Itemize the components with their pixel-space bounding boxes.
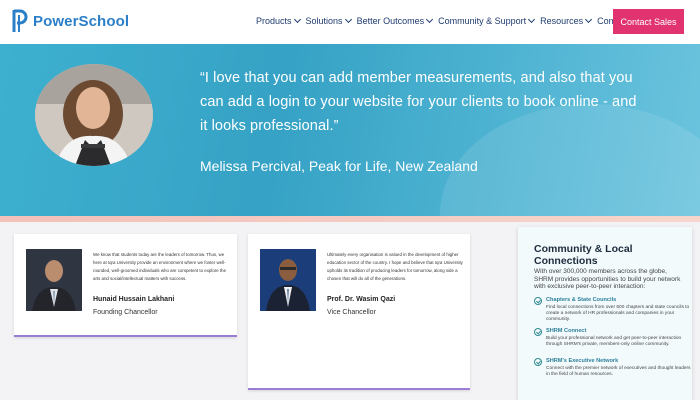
menu-label: Solutions (305, 16, 343, 26)
chevron-down-icon (426, 15, 434, 24)
powerschool-logo-icon (12, 9, 28, 32)
community-item-heading: Chapters & State Councils (546, 297, 617, 303)
person-name: Prof. Dr. Wasim Qazi (327, 296, 396, 303)
menu-community-support[interactable]: Community & Support (438, 15, 536, 26)
person-card: We know that students today are the lead… (14, 234, 237, 337)
main-menu: Products Solutions Better Outcomes Commu… (256, 15, 645, 26)
testimonial-quote: “I love that you can add member measurem… (200, 70, 637, 134)
menu-resources[interactable]: Resources (540, 15, 593, 26)
man-portrait-image (26, 249, 82, 311)
powerschool-logo[interactable]: PowerSchool (11, 8, 129, 34)
menu-products[interactable]: Products (256, 15, 301, 26)
chevron-down-icon (528, 15, 536, 24)
man-portrait-image (260, 249, 316, 311)
community-item-desc: Connect with the premier network of exec… (546, 366, 691, 378)
person-blurb: We know that students today are the lead… (93, 252, 227, 281)
testimonial-hero: “I love that you can add member measurem… (0, 44, 700, 220)
testimonial-attribution: Melissa Percival, Peak for Life, New Zea… (200, 158, 478, 174)
community-item-heading: SHRM's Executive Network (546, 358, 619, 364)
chevron-down-icon (344, 15, 352, 24)
hero-divider (0, 216, 700, 222)
person-card: Ultimately every organisation is valued … (248, 234, 470, 390)
community-item-heading: SHRM Connect (546, 328, 587, 334)
menu-label: Resources (540, 16, 584, 26)
check-circle-icon (534, 328, 542, 336)
brand-name: PowerSchool (33, 12, 130, 30)
chevron-down-icon (585, 15, 593, 24)
chevron-down-icon (293, 15, 301, 24)
community-title: Community & Local Connections (534, 243, 633, 267)
top-navbar: PowerSchool Products Solutions Better Ou… (0, 0, 700, 44)
person-photo (260, 249, 316, 311)
card-accent-bar (14, 335, 237, 337)
card-accent-bar (248, 388, 470, 390)
menu-better-outcomes[interactable]: Better Outcomes (356, 15, 434, 26)
contact-sales-button[interactable]: Contact Sales (613, 9, 684, 34)
menu-solutions[interactable]: Solutions (305, 15, 352, 26)
community-item-desc: Find local connections from over 600 cha… (546, 305, 690, 323)
person-photo (26, 249, 82, 311)
person-blurb: Ultimately every organisation is valued … (327, 252, 463, 281)
person-title: Founding Chancellor (93, 309, 158, 316)
menu-label: Community & Support (438, 16, 527, 26)
community-connections-card: Community & Local Connections With over … (518, 227, 692, 400)
check-circle-icon (534, 297, 542, 305)
woman-portrait-image (35, 64, 153, 166)
person-name: Hunaid Hussain Lakhani (93, 296, 175, 303)
community-intro: With over 300,000 members across the glo… (534, 268, 681, 290)
check-circle-icon (534, 358, 542, 366)
menu-label: Products (256, 16, 292, 26)
testimonial-avatar (35, 64, 153, 166)
menu-label: Better Outcomes (356, 16, 425, 26)
community-item-desc: Build your professional network and get … (546, 336, 682, 348)
person-title: Vice Chancellor (327, 309, 376, 316)
